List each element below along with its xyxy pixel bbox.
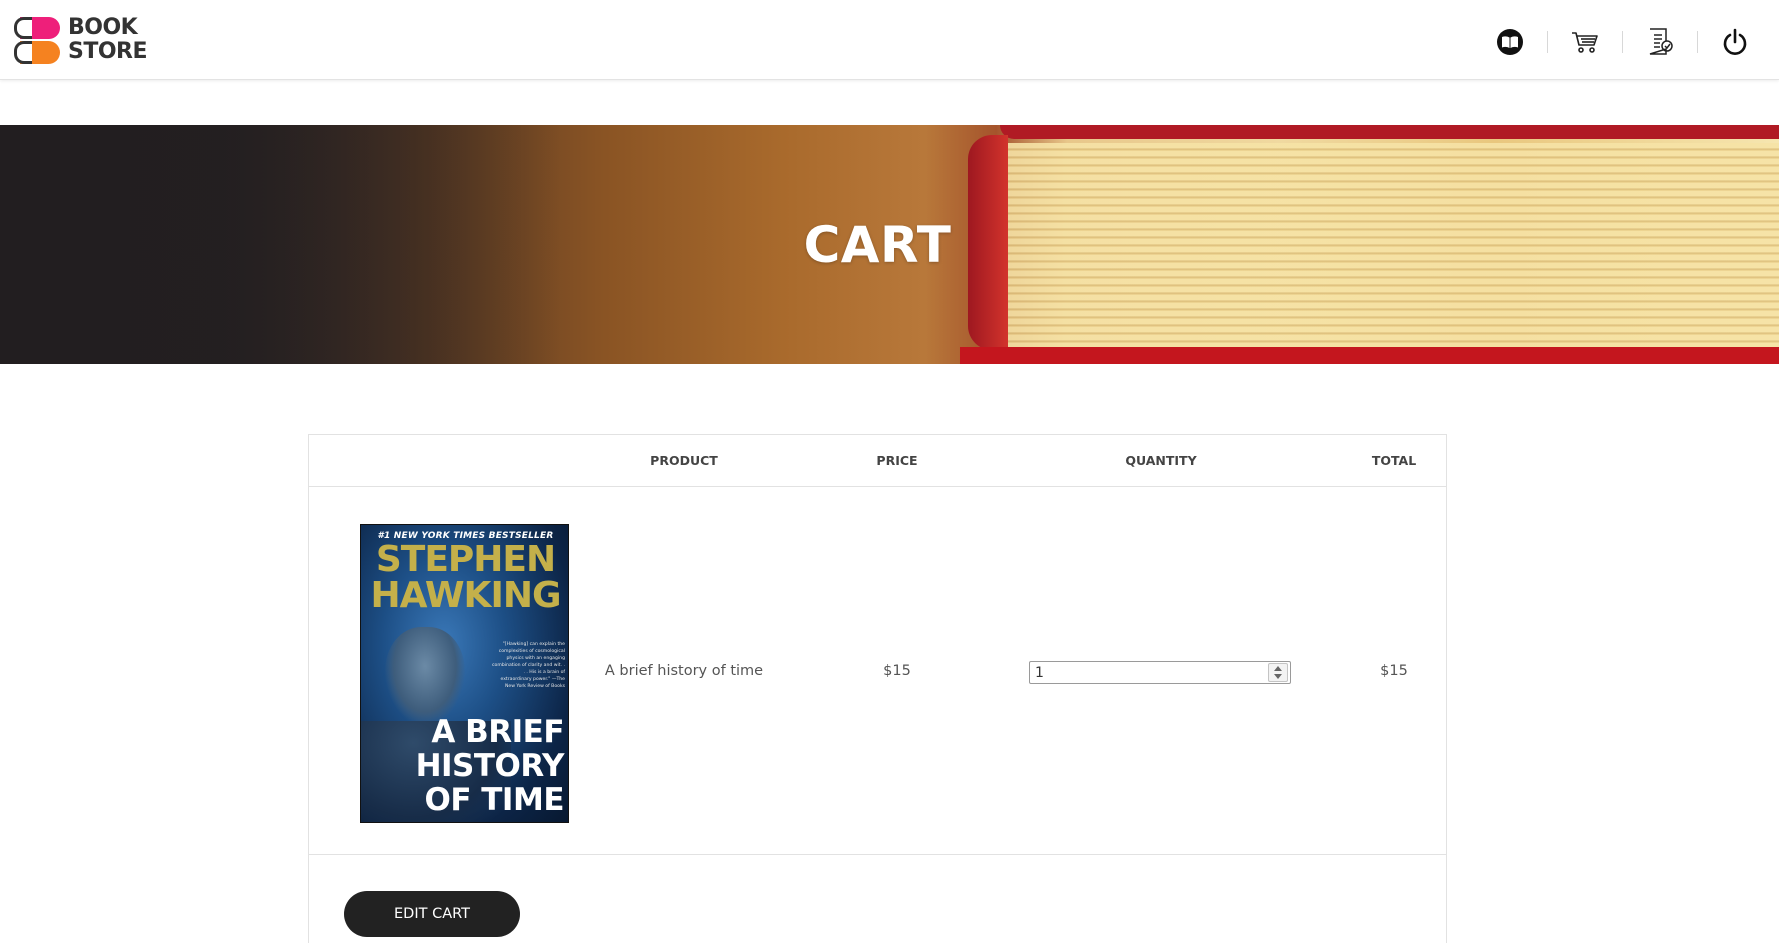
line-total: $15: [1380, 663, 1408, 679]
nav-separator: [1622, 31, 1623, 53]
cart-table-header: PRODUCT PRICE QUANTITY TOTAL: [309, 435, 1446, 487]
header-total: TOTAL: [1371, 453, 1417, 468]
logout-icon[interactable]: [1715, 22, 1755, 62]
spin-down-icon[interactable]: [1274, 674, 1282, 679]
book-cover-image[interactable]: #1 NEW YORK TIMES BESTSELLER STEPHEN HAW…: [360, 524, 569, 823]
product-price: $15: [883, 663, 911, 679]
nav-separator: [1547, 31, 1548, 53]
edit-cart-button[interactable]: EDIT CART: [344, 891, 520, 937]
logo-icon: [14, 15, 60, 65]
cover-title: A BRIEF HISTORY OF TIME: [415, 714, 565, 818]
books-icon[interactable]: [1490, 22, 1530, 62]
spin-up-icon[interactable]: [1274, 666, 1282, 671]
nav-icons: [1490, 22, 1755, 62]
quantity-spinner[interactable]: [1268, 663, 1288, 682]
bookstore-logo[interactable]: BOOK STORE: [14, 14, 148, 66]
header-product: PRODUCT: [650, 453, 718, 468]
page-title: CART: [803, 215, 952, 274]
cover-author: STEPHEN HAWKING: [370, 539, 561, 616]
cover-blurb: "[Hawking] can explain the complexities …: [492, 642, 565, 689]
header-quantity: QUANTITY: [1125, 453, 1197, 468]
logo-line-1: BOOK: [68, 15, 138, 40]
header-price: PRICE: [876, 453, 918, 468]
product-name: A brief history of time: [604, 663, 764, 679]
logo-text: BOOK STORE: [68, 15, 148, 64]
cart-icon[interactable]: [1565, 22, 1605, 62]
cart-table: PRODUCT PRICE QUANTITY TOTAL #1 NEW YORK…: [308, 434, 1447, 943]
nav-separator: [1697, 31, 1698, 53]
cart-banner: CART: [0, 125, 1779, 364]
logo-line-2: STORE: [68, 39, 148, 64]
orders-icon[interactable]: [1640, 22, 1680, 62]
top-navbar: BOOK STORE: [0, 0, 1779, 80]
quantity-stepper[interactable]: [1029, 661, 1291, 684]
table-row: #1 NEW YORK TIMES BESTSELLER STEPHEN HAW…: [309, 487, 1446, 855]
quantity-input[interactable]: [1030, 662, 1268, 683]
